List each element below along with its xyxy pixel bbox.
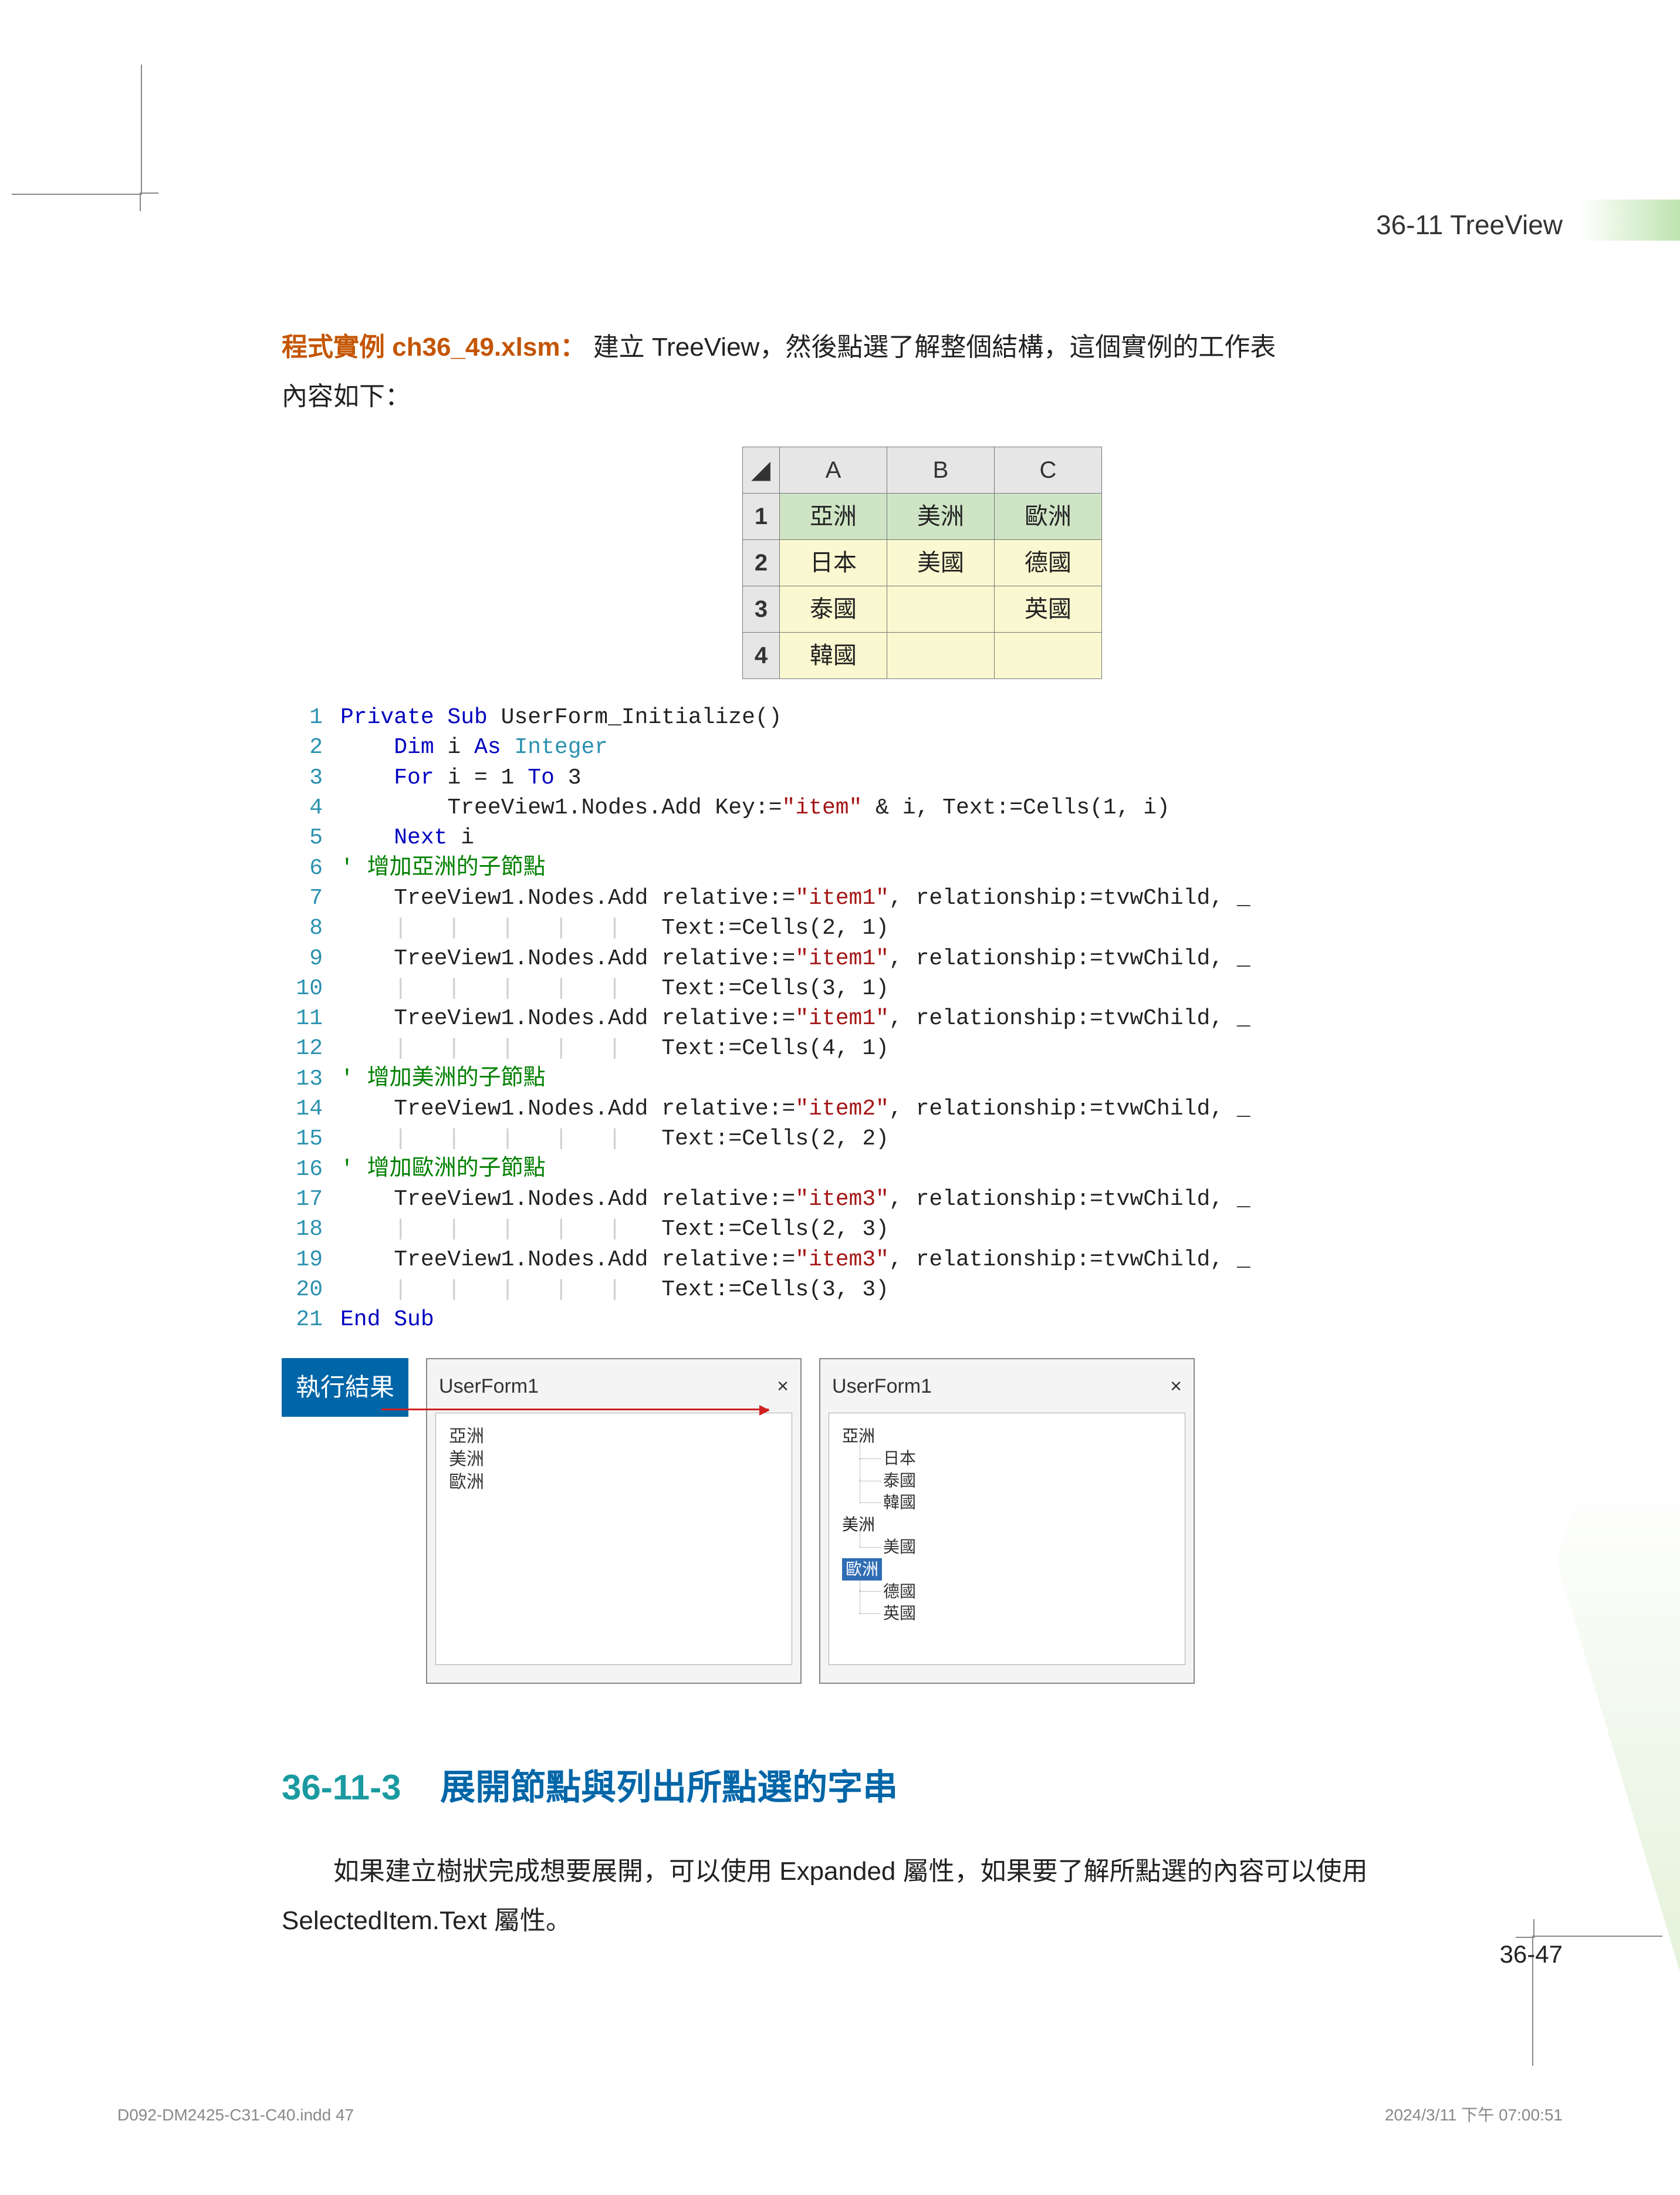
row-header: 4	[743, 633, 780, 679]
col-header: C	[995, 447, 1102, 494]
tree-child[interactable]: 泰國	[883, 1470, 1172, 1492]
col-header: B	[887, 447, 995, 494]
cell: 亞洲	[780, 494, 887, 540]
tree-child[interactable]: 美國	[883, 1536, 1172, 1558]
running-head: 36-11 TreeView	[1376, 200, 1563, 251]
cell: 英國	[995, 586, 1102, 633]
cell: 韓國	[780, 633, 887, 679]
close-icon[interactable]: ×	[777, 1367, 789, 1406]
page-number: 36-47	[1500, 1931, 1563, 1978]
row-header: 2	[743, 540, 780, 586]
code-listing: 1Private Sub UserForm_Initialize()2 Dim …	[282, 703, 1563, 1335]
tree-node[interactable]: 亞洲	[449, 1425, 779, 1448]
arrow-icon	[381, 1409, 769, 1410]
tree-node-selected[interactable]: 歐洲	[842, 1558, 1172, 1581]
tree-child[interactable]: 韓國	[883, 1491, 1172, 1514]
crop-mark-top-left	[12, 65, 142, 195]
cell: 歐洲	[995, 494, 1102, 540]
tree-child[interactable]: 英國	[883, 1602, 1172, 1625]
tree-child[interactable]: 德國	[883, 1581, 1172, 1603]
tree-node[interactable]: 美洲	[842, 1514, 1172, 1536]
section-paragraph: 如果建立樹狀完成想要展開，可以使用 Expanded 屬性，如果要了解所點選的內…	[282, 1847, 1563, 1945]
section-heading: 36-11-3 展開節點與列出所點選的字串	[282, 1754, 1563, 1821]
footer-left: D092-DM2425-C31-C40.indd 47	[117, 2099, 354, 2130]
userform-right: UserForm1 × 亞洲 日本 泰國 韓國 美洲 美國 歐洲 德國 英國	[819, 1358, 1195, 1684]
corner-cell: ◢	[743, 447, 780, 494]
treeview-expanded[interactable]: 亞洲 日本 泰國 韓國 美洲 美國 歐洲 德國 英國	[829, 1413, 1185, 1665]
results-badge: 執行結果	[282, 1358, 408, 1417]
section-title: 展開節點與列出所點選的字串	[440, 1768, 898, 1807]
row-header: 1	[743, 494, 780, 540]
row-header: 3	[743, 586, 780, 633]
col-header: A	[780, 447, 887, 494]
side-decoration	[1557, 1150, 1680, 1972]
tree-node[interactable]: 美洲	[449, 1448, 779, 1471]
userform-title: UserForm1	[439, 1367, 539, 1406]
close-icon[interactable]: ×	[1170, 1367, 1182, 1406]
footer-right: 2024/3/11 下午 07:00:51	[1385, 2099, 1563, 2130]
tree-node[interactable]: 歐洲	[449, 1471, 779, 1494]
footer-meta: D092-DM2425-C31-C40.indd 47 2024/3/11 下午…	[117, 2099, 1563, 2130]
cell	[995, 633, 1102, 679]
cell: 日本	[780, 540, 887, 586]
treeview-collapsed[interactable]: 亞洲 美洲 歐洲	[435, 1413, 792, 1665]
cell: 德國	[995, 540, 1102, 586]
excel-worksheet: ◢ A B C 1 亞洲 美洲 歐洲 2 日本 美國 德國 3 泰國 英國 4 …	[742, 447, 1102, 679]
header-gradient	[1580, 200, 1680, 241]
page: 36-11 TreeView 程式實例 ch36_49.xlsm： 建立 Tre…	[0, 0, 1680, 2195]
example-label: 程式實例 ch36_49.xlsm：	[282, 333, 586, 362]
example-text-1: 建立 TreeView，然後點選了解整個結構，這個實例的工作表	[593, 333, 1276, 362]
tree-node[interactable]: 亞洲	[842, 1425, 1172, 1447]
cell: 泰國	[780, 586, 887, 633]
cell: 美國	[887, 540, 995, 586]
cell	[887, 586, 995, 633]
example-intro: 程式實例 ch36_49.xlsm： 建立 TreeView，然後點選了解整個結…	[282, 323, 1563, 421]
cell: 美洲	[887, 494, 995, 540]
cell	[887, 633, 995, 679]
section-number: 36-11-3	[282, 1768, 401, 1807]
userform-title: UserForm1	[832, 1367, 932, 1406]
example-text-2: 內容如下：	[282, 382, 411, 411]
tree-child[interactable]: 日本	[883, 1447, 1172, 1470]
results-row: 執行結果 UserForm1 × 亞洲 美洲 歐洲 UserForm1 × 亞洲…	[282, 1358, 1563, 1684]
userform-left: UserForm1 × 亞洲 美洲 歐洲	[426, 1358, 802, 1684]
